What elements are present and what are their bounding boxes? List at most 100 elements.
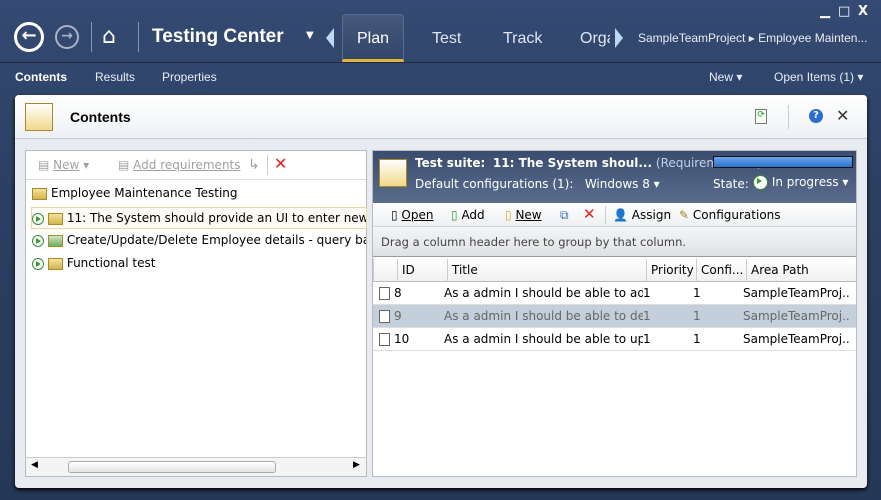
- subnav-results[interactable]: Results: [95, 70, 135, 84]
- test-case-toolbar: ▯ Open ▯ Add ▯ New ⧉ ✕ 👤 Assign ✎ Config…: [373, 203, 856, 227]
- open-button[interactable]: ▯ Open: [391, 208, 433, 222]
- suite-folder-icon: [47, 257, 63, 270]
- tab-plan[interactable]: Plan: [342, 14, 404, 62]
- divider: [788, 105, 789, 129]
- forward-button[interactable]: →: [55, 25, 79, 49]
- requirement-suite-icon: [379, 159, 407, 187]
- breadcrumb[interactable]: SampleTeamProject ▸ Employee Mainten...: [638, 31, 867, 45]
- in-progress-icon: [32, 257, 44, 270]
- group-by-area[interactable]: Drag a column header here to group by th…: [373, 227, 856, 257]
- column-configurations[interactable]: Confi...: [696, 258, 746, 282]
- tree-item-requirement-suite[interactable]: 11: The System should provide an UI to e…: [31, 207, 367, 229]
- state-dropdown[interactable]: In progress ▾: [753, 175, 848, 190]
- contents-panel: Contents ⟳ ? ✕ ▤ New ▾ ▤ Add requirement…: [15, 95, 867, 488]
- config-dropdown[interactable]: Windows 8: [585, 177, 650, 191]
- state-label: State:: [713, 177, 749, 191]
- table-row[interactable]: 10 As a admin I should be able to upd... 1…: [373, 328, 856, 351]
- cell-configurations: 1: [693, 332, 701, 346]
- maximize-button[interactable]: □: [838, 4, 850, 19]
- in-progress-icon: [32, 212, 44, 225]
- refresh-icon[interactable]: ⟳: [755, 109, 767, 124]
- in-progress-icon: [753, 175, 768, 190]
- requirement-suite-icon: [47, 212, 63, 225]
- back-button[interactable]: ←: [14, 22, 44, 52]
- delete-icon[interactable]: ✕: [274, 154, 287, 173]
- scrollbar-thumb[interactable]: [68, 461, 276, 473]
- cell-id: 9: [394, 309, 402, 323]
- suite-progress-bar: [713, 156, 853, 168]
- scroll-left-arrow[interactable]: ◀: [31, 460, 38, 470]
- cell-id: 10: [394, 332, 410, 346]
- remove-icon[interactable]: ✕: [583, 205, 596, 223]
- suite-tree-pane: ▤ New ▾ ▤ Add requirements ↳ ✕ Employee …: [25, 150, 367, 477]
- cell-title: As a admin I should be able to dele...: [444, 309, 643, 323]
- tree-item-query-suite[interactable]: Create/Update/Delete Employee details - …: [32, 233, 366, 247]
- move-icon: ↳: [248, 157, 260, 173]
- panel-title: Contents: [70, 109, 131, 125]
- add-button[interactable]: ▯ Add: [451, 208, 485, 222]
- column-title[interactable]: Title: [447, 258, 646, 282]
- scroll-right-icon[interactable]: [615, 28, 623, 48]
- open-items-menu[interactable]: Open Items (1) ▾: [774, 70, 863, 84]
- tree-item-root[interactable]: Employee Maintenance Testing: [32, 186, 238, 200]
- tab-organize[interactable]: Orga: [580, 30, 610, 48]
- configurations-button[interactable]: ✎ Configurations: [679, 208, 781, 222]
- suite-name: 11: The System shoul...: [492, 156, 653, 170]
- cell-area-path: SampleTeamProj...: [743, 332, 849, 346]
- column-select[interactable]: [373, 258, 397, 282]
- test-case-icon: [379, 309, 390, 323]
- cell-area-path: SampleTeamProj...: [743, 309, 849, 323]
- cell-priority: 1: [643, 309, 651, 323]
- configs-label: Default configurations (1):: [415, 177, 574, 191]
- add-requirements-button: ▤ Add requirements: [118, 158, 241, 172]
- app-title: Testing Center: [152, 26, 284, 47]
- column-priority[interactable]: Priority: [646, 258, 696, 282]
- grid-header: ID Title Priority Confi... Area Path: [373, 258, 856, 282]
- subnav-properties[interactable]: Properties: [162, 70, 217, 84]
- tab-test[interactable]: Test: [432, 30, 461, 48]
- cell-priority: 1: [643, 332, 651, 346]
- tab-track[interactable]: Track: [503, 30, 542, 48]
- new-suite-button: ▤ New ▾: [38, 158, 90, 172]
- new-icon: ▤: [38, 158, 54, 172]
- divider: [91, 22, 92, 52]
- query-suite-icon: [47, 234, 63, 247]
- cell-priority: 1: [643, 286, 651, 300]
- table-row[interactable]: 9As a admin I should be able to dele...1…: [373, 305, 856, 328]
- cell-configurations: 1: [693, 309, 701, 323]
- cell-area-path: SampleTeamProj...: [743, 286, 849, 300]
- test-case-icon: [379, 286, 390, 300]
- cell-configurations: 1: [693, 286, 701, 300]
- suite-folder-icon: [32, 187, 47, 200]
- new-menu[interactable]: New ▾: [709, 70, 742, 84]
- test-cases-pane: Test suite: 11: The System shoul... (Req…: [372, 150, 857, 477]
- suite-header: Test suite: 11: The System shoul... (Req…: [373, 151, 856, 203]
- cell-title: As a admin I should be able to upd...: [444, 332, 643, 346]
- chevron-down-icon[interactable]: ▼: [306, 30, 314, 41]
- horizontal-scrollbar[interactable]: ◀ ▶: [26, 457, 366, 476]
- contents-icon: [25, 103, 53, 131]
- home-icon[interactable]: ⌂: [102, 24, 116, 49]
- divider: [267, 155, 268, 175]
- minimize-button[interactable]: ▁: [820, 4, 830, 19]
- scroll-left-icon[interactable]: [326, 28, 334, 48]
- close-window-button[interactable]: X: [858, 4, 868, 19]
- column-area-path[interactable]: Area Path: [746, 258, 856, 282]
- test-case-icon: [379, 332, 390, 346]
- cell-title: As a admin I should be able to add...: [444, 286, 643, 300]
- cell-id: 8: [394, 286, 402, 300]
- column-id[interactable]: ID: [397, 258, 447, 282]
- suite-label: Test suite:: [415, 156, 486, 170]
- scroll-right-arrow[interactable]: ▶: [353, 460, 360, 470]
- test-case-grid: ID Title Priority Confi... Area Path 8 As…: [373, 258, 856, 351]
- new-button[interactable]: ▯ New: [505, 208, 542, 222]
- assign-button[interactable]: 👤 Assign: [613, 208, 671, 222]
- subnav-contents[interactable]: Contents: [15, 70, 67, 84]
- tree-item-functional-test[interactable]: Functional test: [32, 256, 155, 270]
- divider: [0, 62, 881, 63]
- in-progress-icon: [32, 234, 44, 247]
- help-icon[interactable]: ?: [809, 109, 823, 123]
- table-row[interactable]: 8 As a admin I should be able to add... 1 1…: [373, 282, 856, 305]
- copy-icon[interactable]: ⧉: [560, 208, 569, 223]
- close-panel-icon[interactable]: ✕: [836, 106, 849, 125]
